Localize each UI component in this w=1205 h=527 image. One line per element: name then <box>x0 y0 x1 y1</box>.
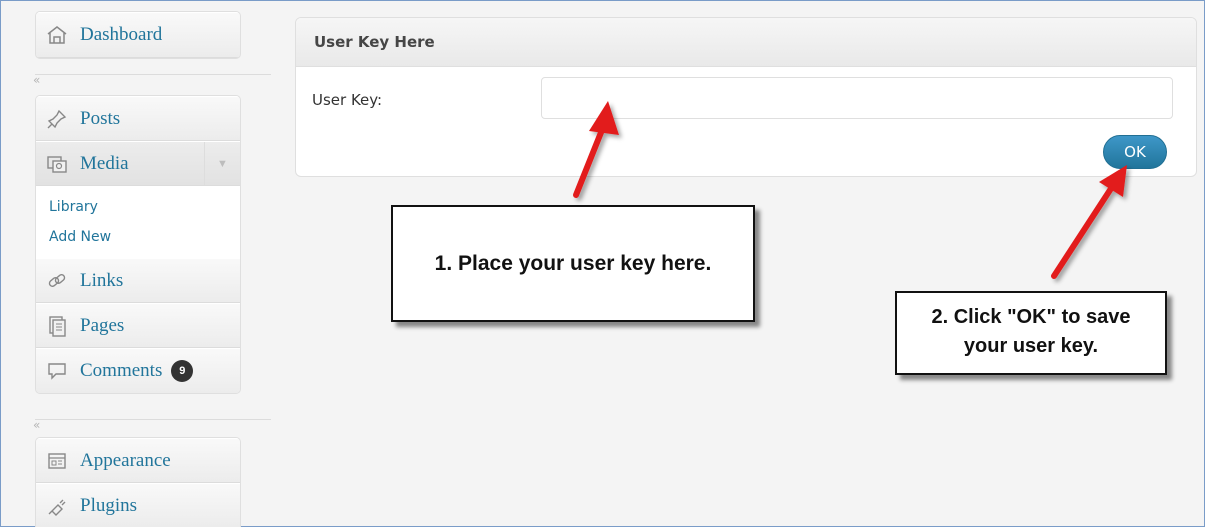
callout-text-line2: your user key. <box>963 335 1099 357</box>
arrow-to-input <box>573 101 619 198</box>
arrow-to-ok-button <box>1051 165 1127 279</box>
callout-text-line1: 2. Click "OK" to save <box>931 306 1131 328</box>
callout-click-ok: 2. Click "OK" to save your user key. <box>895 291 1167 375</box>
callout-place-key: 1. Place your user key here. <box>391 205 755 322</box>
callout-text: 1. Place your user key here. <box>434 251 712 275</box>
